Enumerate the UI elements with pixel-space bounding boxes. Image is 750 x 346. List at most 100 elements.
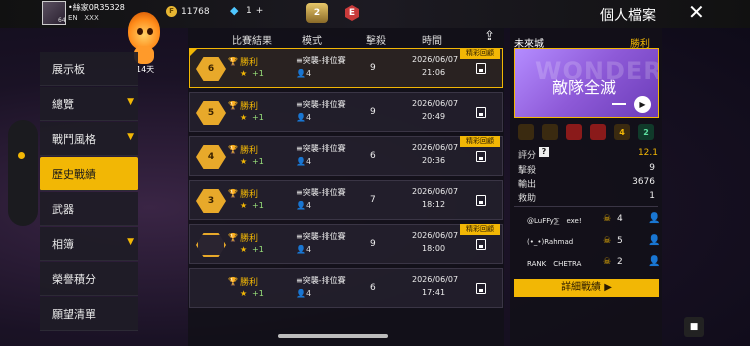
share-icon[interactable]: ⇪: [484, 29, 495, 44]
col-header-kills: 擊殺: [366, 36, 386, 47]
sidebar-item-match-history[interactable]: 歷史戰績: [40, 157, 138, 191]
detailed-stats-button[interactable]: 詳細戰績 ▶: [514, 279, 659, 297]
teammate-name[interactable]: RANK CHETRA: [527, 259, 581, 269]
table-row[interactable]: 4 🏆 勝利 ★ +1 ≡突襲-排位賽 👤4 6 2026/06/07 20:3…: [189, 136, 503, 176]
trophy-icon: 🏆: [228, 145, 238, 154]
diamond-count: 1: [246, 6, 252, 16]
table-row[interactable]: 🏆 勝利 ★ +1 ≡突襲-排位賽 👤4 6 2026/06/07 17:41: [189, 268, 503, 308]
match-result: 勝利: [240, 102, 259, 112]
sidebar-item-weapons[interactable]: 武器: [40, 192, 138, 226]
save-icon[interactable]: [476, 63, 486, 74]
sidebar-item-label: 武器: [52, 202, 74, 216]
highlight-replay-badge[interactable]: 精彩回顧: [460, 224, 500, 235]
match-result: 勝利: [240, 146, 259, 156]
match-mode: ≡突襲-排位賽: [296, 232, 346, 241]
save-icon[interactable]: [476, 239, 486, 250]
trophy-icon: 🏆: [228, 189, 238, 198]
diamond-icon: ◆: [230, 4, 239, 17]
add-friend-icon[interactable]: 👤: [648, 256, 660, 267]
sidebar-item-album[interactable]: 相簿 ▼: [40, 227, 138, 261]
star-icon: ★: [240, 245, 248, 254]
table-row[interactable]: 5 🏆 勝利 ★ +1 ≡突襲-排位賽 👤4 9 2026/06/07 20:4…: [189, 92, 503, 132]
match-mode: ≡突襲-排位賽: [296, 276, 346, 285]
highlight-replay-badge[interactable]: 精彩回顧: [460, 48, 500, 59]
match-date: 2026/06/07: [412, 143, 459, 152]
help-icon[interactable]: ?: [539, 147, 549, 157]
sidebar-item-wishlist[interactable]: 願望清單: [40, 297, 138, 331]
add-friend-icon[interactable]: 👤: [648, 213, 660, 224]
squad-size: 👤4: [296, 201, 312, 210]
divider: [514, 206, 658, 207]
score-value: 12.1: [637, 148, 658, 158]
squad-size: 👤4: [296, 245, 312, 254]
profile-screen: 64 •絲家0R35328 EN XXX F 11768 ◆ 1 + 2 E 個…: [0, 0, 750, 346]
col-header-result: 比賽結果: [232, 36, 272, 47]
match-mode: ≡突襲-排位賽: [296, 56, 346, 65]
table-row[interactable]: 🏆 勝利 ★ +1 ≡突襲-排位賽 👤4 9 2026/06/07 18:00 …: [189, 224, 503, 264]
chevron-down-icon: ▼: [127, 97, 134, 107]
teammate-name[interactable]: @LuFFy⅀ exe!: [527, 216, 582, 226]
video-camera-icon[interactable]: ■: [684, 317, 704, 337]
close-icon[interactable]: ✕: [688, 2, 705, 22]
save-icon[interactable]: [476, 151, 486, 162]
match-result: 勝利: [240, 190, 259, 200]
match-mode: ≡突襲-排位賽: [296, 144, 346, 153]
squad-size: 👤4: [296, 113, 312, 122]
side-rail-dot-icon[interactable]: [18, 152, 25, 159]
play-icon[interactable]: ▶: [634, 96, 651, 113]
match-time: 20:36: [422, 156, 446, 165]
trophy-icon: 🏆: [228, 57, 238, 66]
coin-balance[interactable]: F 11768: [166, 6, 210, 17]
teammate-kills: 5: [617, 236, 623, 246]
skull-icon: ☠: [603, 214, 612, 224]
rank-badge-icon: [196, 233, 226, 257]
match-time: 17:41: [422, 288, 446, 297]
stat-label-revives: 救助: [518, 194, 537, 204]
star-icon: ★: [240, 289, 248, 298]
save-icon[interactable]: [476, 283, 486, 294]
sidebar-item-showcase[interactable]: 展示板: [40, 52, 138, 86]
star-icon: ★: [240, 69, 248, 78]
stat-value-revives: 1: [649, 191, 655, 201]
diamond-balance[interactable]: ◆ 1 +: [230, 4, 264, 17]
person-icon: 👤: [296, 69, 306, 78]
skull-icon: ☠: [603, 257, 612, 267]
sidebar-item-label: 歷史戰績: [52, 167, 96, 181]
add-friend-icon[interactable]: 👤: [648, 235, 660, 246]
medal-icon[interactable]: [518, 124, 534, 140]
banner-text: 敵隊全滅: [552, 78, 617, 97]
coin-icon: F: [166, 6, 177, 17]
medal-icon[interactable]: [590, 124, 606, 140]
sidebar-item-honor-points[interactable]: 榮譽積分: [40, 262, 138, 296]
save-icon[interactable]: [476, 195, 486, 206]
scrollbar[interactable]: [278, 334, 388, 338]
medal-icon[interactable]: 4: [614, 124, 630, 140]
medal-icon[interactable]: 2: [638, 124, 654, 140]
skull-icon: ☠: [603, 236, 612, 246]
diamond-plus-button[interactable]: +: [256, 6, 264, 16]
highlight-replay-badge[interactable]: 精彩回顧: [460, 136, 500, 147]
save-icon[interactable]: [476, 107, 486, 118]
match-kills: 6: [370, 151, 376, 161]
medal-icon[interactable]: [542, 124, 558, 140]
stat-value-damage: 3676: [632, 177, 655, 187]
player-name: •絲家0R35328: [68, 3, 125, 12]
match-date: 2026/06/07: [412, 99, 459, 108]
squad-size: 👤4: [296, 157, 312, 166]
person-icon: 👤: [296, 157, 306, 166]
match-kills: 6: [370, 283, 376, 293]
teammate-name[interactable]: (•_•)Rahmad: [527, 238, 573, 246]
table-row[interactable]: 3 🏆 勝利 ★ +1 ≡突襲-排位賽 👤4 7 2026/06/07 18:1…: [189, 180, 503, 220]
sidebar-item-combat-style[interactable]: 戰鬥風格 ▼: [40, 122, 138, 156]
person-icon: 👤: [296, 113, 306, 122]
chevron-down-icon: ▼: [127, 237, 134, 247]
match-date: 2026/06/07: [412, 55, 459, 64]
rank-badge-icon: 3: [196, 189, 226, 213]
trophy-icon: 🏆: [228, 101, 238, 110]
match-time: 18:00: [422, 244, 446, 253]
table-row[interactable]: 6 🏆 勝利 ★ +1 ≡突襲-排位賽 👤4 9 2026/06/07 21:0…: [189, 48, 503, 88]
medal-icon[interactable]: [566, 124, 582, 140]
squad-size: 👤4: [296, 289, 312, 298]
rank-badge-icon[interactable]: 2: [306, 3, 328, 23]
sidebar-item-overview[interactable]: 總覽 ▼: [40, 87, 138, 121]
